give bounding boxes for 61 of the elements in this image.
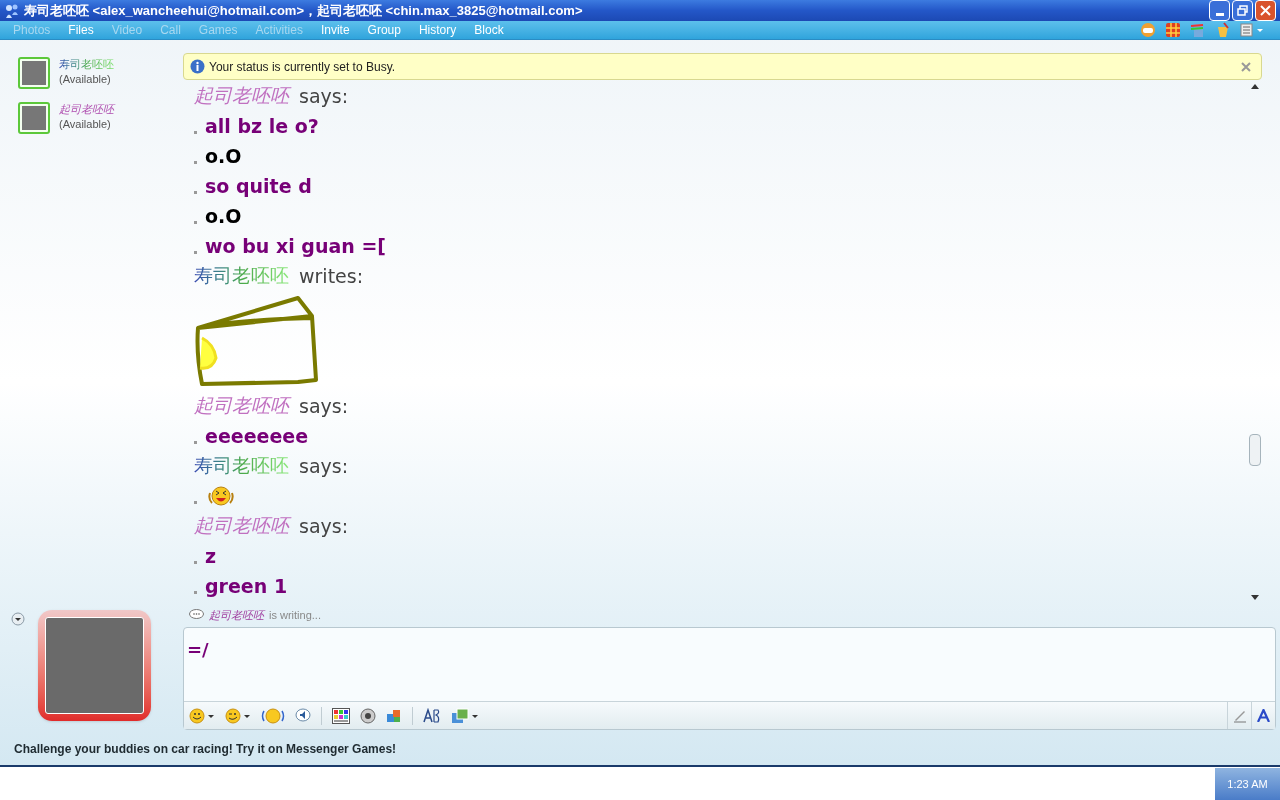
scroll-up-icon[interactable]	[1251, 83, 1259, 89]
close-icon[interactable]	[1241, 61, 1251, 72]
window-title: 寿司老呸呸 <alex_wancheehui@hotmail.com>，起司老呸呸 <chin.max_3825@hotmail.com>	[24, 1, 583, 20]
speaker-bubble-icon[interactable]	[295, 707, 311, 724]
message-text: o.O	[205, 143, 242, 169]
message-text: green 1	[205, 573, 288, 599]
message-text: o.O	[205, 203, 242, 229]
speech-bubble-icon	[189, 609, 204, 621]
message-verb: says:	[299, 453, 349, 479]
collapse-icon[interactable]	[11, 612, 25, 626]
info-icon	[190, 59, 205, 74]
message-input[interactable]: =/	[183, 627, 1276, 730]
contact-avatar[interactable]	[18, 57, 50, 89]
menu-item[interactable]: Group	[358, 21, 410, 39]
contact-name[interactable]: 起司老呸呸	[59, 102, 114, 117]
message-verb: writes:	[299, 263, 364, 289]
notification-text: Your status is currently set to Busy.	[209, 58, 396, 76]
input-text: =/	[187, 639, 209, 660]
font-style-icon[interactable]	[423, 707, 441, 724]
photo-placeholder	[22, 106, 46, 130]
message-text: wo bu xi guan =[	[205, 233, 387, 259]
laughing-emoticon-icon	[207, 485, 235, 507]
speaker-icon[interactable]	[360, 707, 376, 724]
message-verb: says:	[299, 83, 349, 109]
status-bar-text[interactable]: Challenge your buddies on car racing! Try it on Messenger Games!	[14, 740, 397, 758]
restore-button[interactable]	[1232, 0, 1253, 21]
clock-text: 1:23 AM	[1227, 776, 1268, 792]
menu-item[interactable]: History	[409, 21, 466, 39]
typing-status: is writing...	[269, 607, 321, 623]
contact-status: (Available)	[59, 72, 112, 87]
people-icon	[4, 2, 20, 19]
close-icon	[1260, 5, 1271, 16]
menu-item[interactable]: Invite	[311, 21, 359, 39]
contact-status: (Available)	[59, 117, 112, 132]
message-verb: says:	[299, 513, 349, 539]
nudge-icon[interactable]	[261, 707, 285, 724]
typing-sender: 起司老呸呸	[209, 607, 264, 623]
paint-cup-icon[interactable]	[1215, 22, 1231, 38]
menu-icon[interactable]	[1240, 22, 1264, 38]
scroll-down-icon[interactable]	[1251, 595, 1259, 601]
menu-item[interactable]: Files	[59, 21, 103, 39]
grid-icon[interactable]	[1165, 22, 1181, 38]
font-icon	[1257, 709, 1270, 722]
close-button[interactable]	[1255, 0, 1276, 21]
menu-item[interactable]: Block	[465, 21, 513, 39]
message-verb: says:	[299, 393, 349, 419]
photo-placeholder	[22, 61, 46, 85]
message-text: eeeeeeee	[205, 423, 309, 449]
pictures-icon[interactable]	[451, 707, 479, 724]
smiley-icon[interactable]	[189, 707, 215, 724]
message-text: z	[205, 543, 217, 569]
blocks-icon[interactable]	[386, 707, 402, 724]
scroll-thumb[interactable]	[1249, 434, 1261, 466]
contact-avatar[interactable]	[18, 102, 50, 134]
minimize-button[interactable]	[1209, 0, 1230, 21]
restore-icon	[1237, 5, 1248, 16]
message-text: so quite d	[205, 173, 312, 199]
winking-smiley-icon[interactable]	[225, 707, 251, 724]
pen-icon	[1232, 708, 1247, 723]
message-text: all bz le o?	[205, 113, 319, 139]
color-grid-icon[interactable]	[332, 707, 350, 724]
